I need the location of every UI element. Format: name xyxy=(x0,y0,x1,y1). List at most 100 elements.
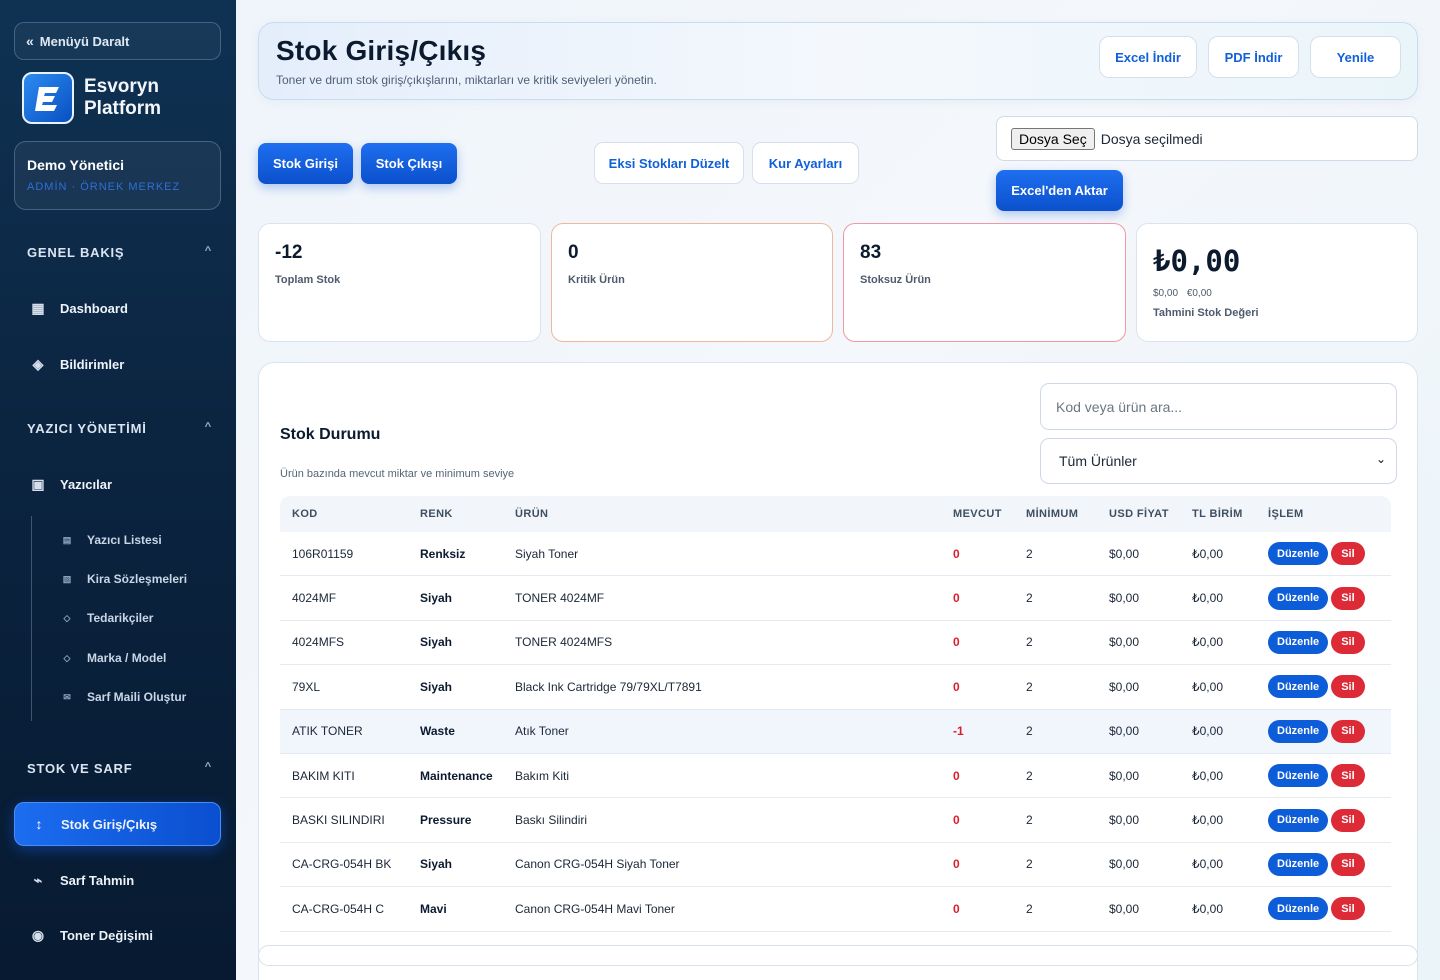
cell-color: Maintenance xyxy=(420,768,493,783)
cell-code: BAKIM KITI xyxy=(292,768,355,783)
edit-button[interactable]: Düzenle xyxy=(1268,852,1329,876)
edit-button[interactable]: Düzenle xyxy=(1268,542,1329,566)
table-body: 106R01159 Renksiz Siyah Toner 0 2 $0,00 ₺0,00 D… xyxy=(280,532,1391,932)
delete-button[interactable]: Sil xyxy=(1331,719,1365,743)
cell-usd-price: $0,00 xyxy=(1109,857,1140,872)
sidebar-subitem-consumable-mail[interactable]: ✉ Sarf Maili Oluştur xyxy=(62,690,186,704)
sidebar-subitem-printer-list[interactable]: ▤ Yazıcı Listesi xyxy=(62,533,162,547)
cell-product: Atık Toner xyxy=(515,724,569,739)
cell-minimum: 2 xyxy=(1026,591,1033,606)
cell-actions: Düzenle Sil xyxy=(1268,719,1391,743)
stat-out-label: Stoksuz Ürün xyxy=(860,274,931,286)
delete-button[interactable]: Sil xyxy=(1331,630,1365,654)
cell-code: 4024MF xyxy=(292,591,337,606)
cell-product: Canon CRG-054H Mavi Toner xyxy=(515,901,675,916)
cell-tl-unit: ₺0,00 xyxy=(1192,546,1223,561)
edit-button[interactable]: Düzenle xyxy=(1268,630,1329,654)
stat-total-value: -12 xyxy=(275,242,303,263)
sidebar-subitem-label: Kira Sözleşmeleri xyxy=(87,572,188,586)
delete-button[interactable]: Sil xyxy=(1331,897,1365,921)
edit-button[interactable]: Düzenle xyxy=(1268,586,1329,610)
stock-table: KOD RENK ÜRÜN MEVCUT MİNİMUM USD FİYAT T… xyxy=(280,496,1391,932)
column-header-minimum[interactable]: MİNİMUM xyxy=(1026,508,1109,520)
cell-minimum: 2 xyxy=(1026,813,1033,828)
column-header-product[interactable]: ÜRÜN xyxy=(515,508,953,520)
file-status: Dosya seçilmedi xyxy=(1100,130,1203,147)
horizontal-scrollbar[interactable] xyxy=(258,945,1418,966)
column-header-color[interactable]: RENK xyxy=(420,508,515,520)
caret-up-icon: ^ xyxy=(204,421,212,433)
sidebar-item-toner-change[interactable]: ◉ Toner Değişimi xyxy=(14,913,221,957)
table-row: CA-CRG-054H BK Siyah Canon CRG-054H Siyah … xyxy=(280,843,1391,888)
cell-current: 0 xyxy=(953,768,960,783)
table-row: 4024MFS Siyah TONER 4024MFS 0 2 $0,00 ₺0,00 Düz… xyxy=(280,621,1391,666)
delete-button[interactable]: Sil xyxy=(1331,542,1365,566)
stat-critical-label: Kritik Ürün xyxy=(568,274,625,286)
edit-button[interactable]: Düzenle xyxy=(1268,808,1329,832)
edit-button[interactable]: Düzenle xyxy=(1268,897,1329,921)
sidebar-subitem-label: Marka / Model xyxy=(87,651,167,665)
cell-color: Siyah xyxy=(420,591,453,606)
edit-button[interactable]: Düzenle xyxy=(1268,675,1329,699)
delete-button[interactable]: Sil xyxy=(1331,586,1365,610)
edit-button[interactable]: Düzenle xyxy=(1268,764,1329,788)
choose-file-button[interactable]: Dosya Seç xyxy=(1011,127,1095,150)
sidebar-item-label: Sarf Tahmin xyxy=(60,872,135,888)
search-input[interactable] xyxy=(1040,383,1397,430)
column-header-code[interactable]: KOD xyxy=(280,508,420,520)
chevron-down-icon: ⌄ xyxy=(1375,452,1386,466)
cell-actions: Düzenle Sil xyxy=(1268,586,1391,610)
cell-current: 0 xyxy=(953,857,960,872)
sidebar-subitem-label: Yazıcı Listesi xyxy=(87,533,162,547)
sidebar-item-notifications[interactable]: ◈ Bildirimler xyxy=(14,342,221,386)
sidebar-subitem-label: Tedarikçiler xyxy=(87,611,154,625)
stat-out-value: 83 xyxy=(860,242,882,263)
cell-current: 0 xyxy=(953,813,960,828)
column-header-current[interactable]: MEVCUT xyxy=(953,508,1026,520)
column-header-usd-price[interactable]: USD FİYAT xyxy=(1109,508,1192,520)
sidebar-subitem-leases[interactable]: ▧ Kira Sözleşmeleri xyxy=(62,572,187,586)
user-name: Demo Yönetici xyxy=(27,157,124,173)
collapse-menu-button[interactable]: « Menüyü Daralt xyxy=(14,22,221,60)
sidebar-item-consumable-forecast[interactable]: ⌁ Sarf Tahmin xyxy=(14,858,221,902)
delete-button[interactable]: Sil xyxy=(1331,852,1365,876)
sidebar-subitem-brand-model[interactable]: ◇ Marka / Model xyxy=(62,651,167,665)
fix-negative-stock-button[interactable]: Eksi Stokları Düzelt xyxy=(594,142,744,184)
column-header-tl-unit[interactable]: TL BİRİM xyxy=(1192,508,1268,520)
stock-out-button[interactable]: Stok Çıkışı xyxy=(361,143,457,184)
delete-button[interactable]: Sil xyxy=(1331,764,1365,788)
sidebar-subitem-suppliers[interactable]: ◇ Tedarikçiler xyxy=(62,611,154,625)
stat-worth-currencies: $0,00 €0,00 xyxy=(1153,288,1401,299)
product-filter-select[interactable]: Tüm Ürünler ⌄ xyxy=(1040,438,1397,484)
cell-usd-price: $0,00 xyxy=(1109,724,1140,739)
table-row: CA-CRG-054H C Mavi Canon CRG-054H Mavi Ton… xyxy=(280,887,1391,932)
user-card[interactable]: Demo Yönetici ADMİN · ÖRNEK MERKEZ xyxy=(14,141,221,210)
stat-total-label: Toplam Stok xyxy=(275,274,341,286)
cell-tl-unit: ₺0,00 xyxy=(1192,901,1223,916)
stock-in-button[interactable]: Stok Girişi xyxy=(258,143,353,184)
file-input[interactable]: Dosya Seç Dosya seçilmedi xyxy=(996,116,1418,161)
excel-download-button[interactable]: Excel İndir xyxy=(1099,36,1197,78)
delete-button[interactable]: Sil xyxy=(1331,808,1365,832)
sidebar-item-printers[interactable]: ▣ Yazıcılar xyxy=(14,462,221,506)
circle-dot-icon: ◉ xyxy=(31,926,45,943)
cell-usd-price: $0,00 xyxy=(1109,768,1140,783)
trend-icon: ⌁ xyxy=(33,871,43,888)
pdf-download-button[interactable]: PDF İndir xyxy=(1208,36,1299,78)
import-excel-button[interactable]: Excel'den Aktar xyxy=(996,170,1123,211)
cell-current: 0 xyxy=(953,546,960,561)
currency-settings-button[interactable]: Kur Ayarları xyxy=(752,142,859,184)
delete-button[interactable]: Sil xyxy=(1331,675,1365,699)
sidebar-item-dashboard[interactable]: ▦ Dashboard xyxy=(14,286,221,330)
edit-button[interactable]: Düzenle xyxy=(1268,719,1329,743)
page-header: Stok Giriş/Çıkış Toner ve drum stok giri… xyxy=(258,22,1418,100)
section-printers[interactable]: YAZICI YÖNETİMİ ^ xyxy=(27,421,212,436)
cell-usd-price: $0,00 xyxy=(1109,679,1140,694)
section-stock[interactable]: STOK VE SARF ^ xyxy=(27,761,212,776)
section-overview[interactable]: GENEL BAKIŞ ^ xyxy=(27,245,212,260)
refresh-button[interactable]: Yenile xyxy=(1310,36,1401,78)
brand[interactable]: Esvoryn Platform xyxy=(22,72,161,124)
cell-current: 0 xyxy=(953,901,960,916)
cell-usd-price: $0,00 xyxy=(1109,813,1140,828)
sidebar-item-stock-io[interactable]: ↕ Stok Giriş/Çıkış xyxy=(14,802,221,846)
